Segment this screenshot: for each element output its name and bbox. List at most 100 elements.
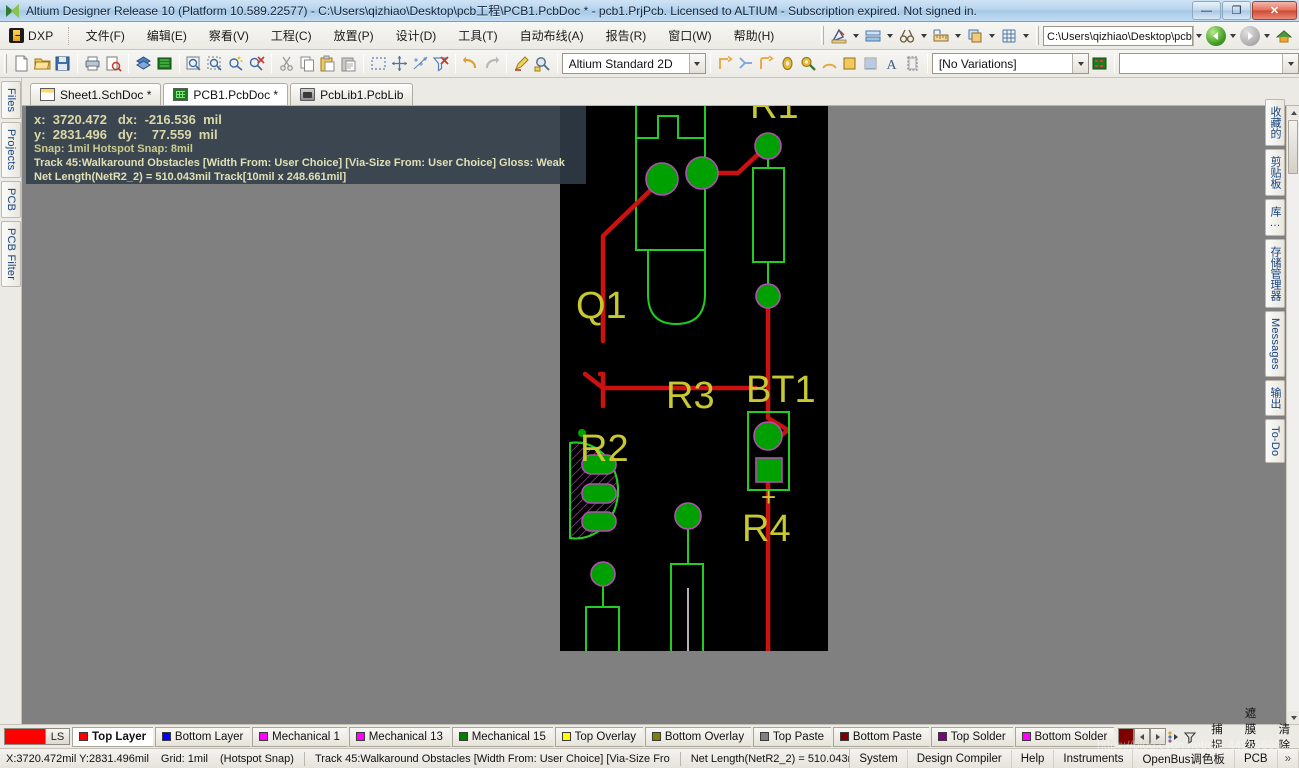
place-room-icon[interactable] xyxy=(902,52,923,75)
place-via-icon[interactable] xyxy=(798,52,819,75)
toolbar-grip-2[interactable] xyxy=(1036,26,1039,45)
layer-set-swatch[interactable]: LS xyxy=(4,728,70,745)
sidebar-item-files[interactable]: Files xyxy=(1,81,21,120)
pcb-canvas[interactable]: R1 Q1 R3 BT1 R2 R4 + x: 3720.472 dx: -21… xyxy=(22,106,1286,724)
menu-item-view[interactable]: 察看(V) xyxy=(198,22,260,49)
menu-item-window[interactable]: 窗口(W) xyxy=(657,22,722,49)
extra-select-caret-icon[interactable] xyxy=(1282,54,1299,73)
place-arc-track-icon[interactable] xyxy=(756,52,777,75)
sidebar-item-storage-manager[interactable]: 存储管理器 xyxy=(1265,239,1285,308)
place-polygon-icon[interactable] xyxy=(860,52,881,75)
menu-item-reports[interactable]: 报告(R) xyxy=(595,22,658,49)
sidebar-item-todo[interactable]: To-Do xyxy=(1265,418,1285,464)
find-similar-icon[interactable] xyxy=(896,25,918,47)
highlight-icon[interactable] xyxy=(511,52,532,75)
sidebar-item-favorites[interactable]: 收藏的 xyxy=(1265,99,1285,146)
zoom-selected-icon[interactable] xyxy=(204,52,225,75)
forward-dropdown[interactable] xyxy=(1261,25,1273,47)
zoom-filter-icon[interactable] xyxy=(225,52,246,75)
paste-special-icon[interactable] xyxy=(338,52,359,75)
layer-options-icon[interactable] xyxy=(1166,725,1182,748)
inspector-icon[interactable] xyxy=(532,52,553,75)
menu-item-tools[interactable]: 工具(T) xyxy=(447,22,508,49)
sidebar-item-messages[interactable]: Messages xyxy=(1265,311,1285,377)
panel-button-pcb[interactable]: PCB xyxy=(1235,750,1278,768)
menu-item-help[interactable]: 帮助(H) xyxy=(723,22,786,49)
clear-filter-icon[interactable] xyxy=(246,52,267,75)
panel-button-more[interactable]: » xyxy=(1278,750,1299,768)
layer-tab-top-layer[interactable]: Top Layer xyxy=(72,726,154,747)
schematic-tools-dropdown[interactable] xyxy=(850,25,862,47)
zoom-area-icon[interactable] xyxy=(184,52,205,75)
layer-tab-bottom-paste[interactable]: Bottom Paste xyxy=(832,726,929,747)
layer-scroll-right-button[interactable] xyxy=(1150,728,1167,745)
find-similar-dropdown[interactable] xyxy=(918,25,930,47)
sidebar-item-pcb-filter[interactable]: PCB Filter xyxy=(1,220,21,287)
sidebar-item-pcb[interactable]: PCB xyxy=(1,180,21,218)
variations-caret-icon[interactable] xyxy=(1072,54,1089,73)
place-string-icon[interactable]: A xyxy=(881,52,902,75)
paste-icon[interactable] xyxy=(317,52,338,75)
undo-icon[interactable] xyxy=(460,52,481,75)
panel-button-design-compiler[interactable]: Design Compiler xyxy=(908,750,1012,768)
variations-select[interactable]: [No Variations] xyxy=(931,53,1090,74)
layer-tab-top-solder[interactable]: Top Solder xyxy=(930,726,1013,747)
restore-button[interactable]: ❐ xyxy=(1222,1,1251,20)
board-3d-icon[interactable] xyxy=(133,52,154,75)
layer-tab-top-overlay[interactable]: Top Overlay xyxy=(554,726,644,747)
layer-tab-bottom-overlay[interactable]: Bottom Overlay xyxy=(644,726,752,747)
print-icon[interactable] xyxy=(82,52,103,75)
menu-item-design[interactable]: 设计(D) xyxy=(385,22,448,49)
board-variant-icon[interactable] xyxy=(1089,52,1110,75)
home-icon[interactable] xyxy=(1273,25,1295,47)
deselect-icon[interactable] xyxy=(410,52,431,75)
layer-tab-bottom-layer[interactable]: Bottom Layer xyxy=(154,726,251,747)
board-view-icon[interactable] xyxy=(154,52,175,75)
new-document-icon[interactable] xyxy=(11,52,32,75)
layer-tab-top-paste[interactable]: Top Paste xyxy=(752,726,832,747)
view-configuration-select[interactable]: Altium Standard 2D xyxy=(561,53,706,74)
toolbar-grip[interactable] xyxy=(821,26,824,45)
pcb-board-area[interactable]: R1 Q1 R3 BT1 R2 R4 + xyxy=(560,106,828,651)
layer-filter-icon[interactable] xyxy=(1182,725,1198,748)
menu-item-edit[interactable]: 编辑(E) xyxy=(136,22,198,49)
place-arc-icon[interactable] xyxy=(819,52,840,75)
place-track-icon[interactable] xyxy=(715,52,736,75)
layer-tab-mechanical-13[interactable]: Mechanical 13 xyxy=(348,726,450,747)
sidebar-item-libraries[interactable]: 库… xyxy=(1265,199,1285,236)
project-path-dropdown[interactable] xyxy=(1193,24,1205,47)
layer-scroll-left-button[interactable] xyxy=(1134,728,1151,745)
clear-selection-icon[interactable] xyxy=(431,52,452,75)
back-icon[interactable] xyxy=(1205,25,1227,47)
layer-tab-bottom-solder[interactable]: Bottom Solder xyxy=(1014,726,1115,747)
save-icon[interactable] xyxy=(53,52,74,75)
doc-tab-sheet1[interactable]: Sheet1.SchDoc * xyxy=(30,83,162,105)
open-folder-icon[interactable] xyxy=(32,52,53,75)
place-pad-icon[interactable] xyxy=(777,52,798,75)
layer-tab-mechanical-15[interactable]: Mechanical 15 xyxy=(451,726,553,747)
panel-button-openbus[interactable]: OpenBus调色板 xyxy=(1133,750,1235,768)
close-button[interactable]: ✕ xyxy=(1252,1,1297,20)
menu-item-file[interactable]: 文件(F) xyxy=(75,22,136,49)
dxp-menu-button[interactable]: DXP xyxy=(4,25,62,47)
menu-item-autoroute[interactable]: 自动布线(A) xyxy=(509,22,595,49)
redo-icon[interactable] xyxy=(481,52,502,75)
grid-icon[interactable] xyxy=(998,25,1020,47)
menu-item-project[interactable]: 工程(C) xyxy=(260,22,323,49)
pcb-tools-icon[interactable] xyxy=(862,25,884,47)
main-toolbar-grip[interactable] xyxy=(4,54,7,73)
panel-button-instruments[interactable]: Instruments xyxy=(1054,750,1134,768)
sidebar-item-clipboard[interactable]: 剪贴板 xyxy=(1265,149,1285,196)
vertical-scroll-thumb[interactable] xyxy=(1288,120,1298,174)
print-preview-icon[interactable] xyxy=(103,52,124,75)
select-area-icon[interactable] xyxy=(368,52,389,75)
pcb-tools-dropdown[interactable] xyxy=(884,25,896,47)
copy-icon[interactable] xyxy=(297,52,318,75)
doc-tab-pcb1[interactable]: PCB1.PcbDoc * xyxy=(163,83,289,105)
extra-select[interactable] xyxy=(1119,53,1299,74)
vertical-scrollbar[interactable] xyxy=(1286,106,1299,724)
doc-tab-pcblib1[interactable]: PcbLib1.PcbLib xyxy=(290,83,414,105)
project-path-input[interactable]: C:\Users\qizhiao\Desktop\pcb工 xyxy=(1043,25,1193,46)
cut-icon[interactable] xyxy=(276,52,297,75)
menu-item-place[interactable]: 放置(P) xyxy=(323,22,385,49)
